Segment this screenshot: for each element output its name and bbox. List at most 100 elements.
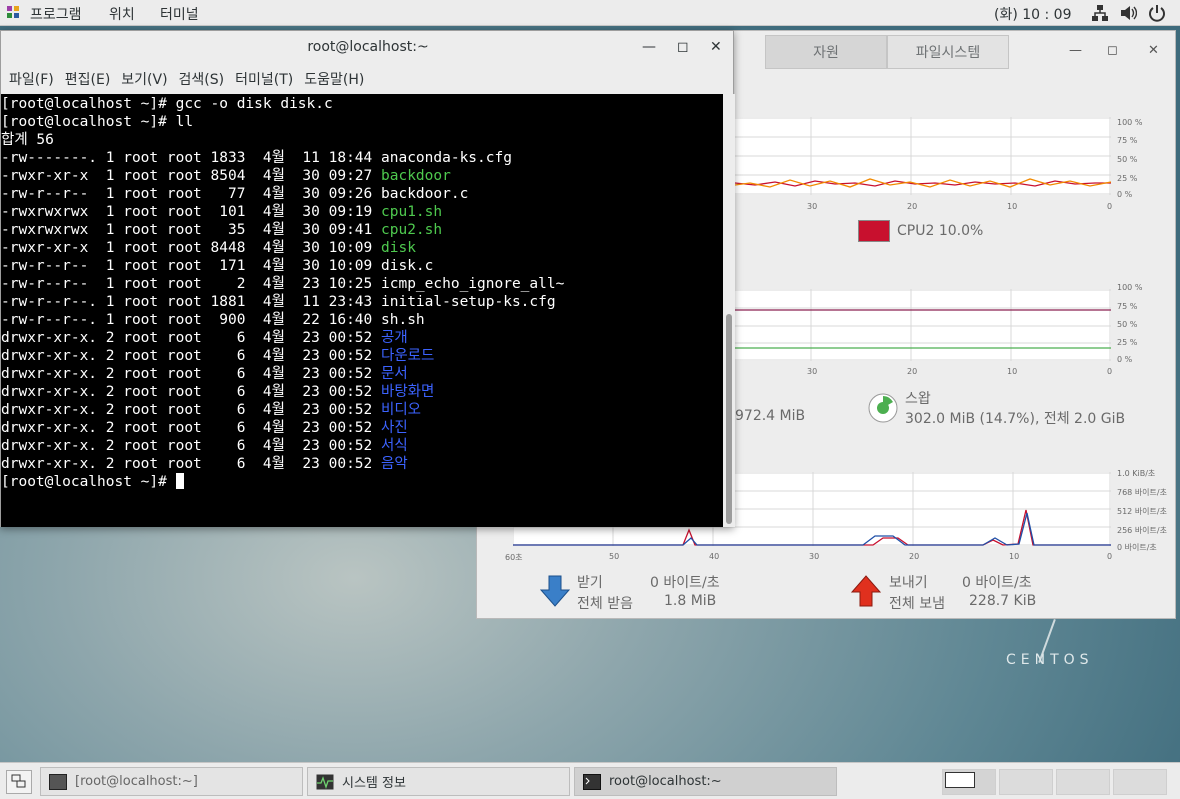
file-name: backdoor [381, 168, 451, 184]
file-name: initial-setup-ks.cfg [381, 294, 556, 310]
net-ytick: 512 바이트/초 [1117, 507, 1167, 516]
maximize-button[interactable]: ◻ [1107, 43, 1118, 58]
receive-total-label: 전체 받음 [577, 596, 633, 612]
workspace-4[interactable] [1113, 769, 1167, 795]
clock[interactable]: (화) 10 : 09 [994, 4, 1072, 24]
prompt-text: [root@localhost ~]# [1, 474, 176, 490]
terminal-line-text: drwxr-xr-x. 2 root root 6 4월 23 00:52 [1, 366, 381, 382]
mem-xtick: 0 [1107, 367, 1113, 376]
terminal-prompt[interactable]: [root@localhost ~]# [1, 473, 723, 491]
file-name: 서식 [381, 438, 408, 454]
task-label: root@localhost:~ [609, 774, 722, 789]
scrollbar-thumb[interactable] [726, 314, 732, 524]
tab-filesystems[interactable]: 파일시스템 [887, 35, 1009, 69]
memory-value: 972.4 MiB [735, 408, 806, 424]
power-icon[interactable] [1148, 4, 1166, 22]
terminal-line: drwxr-xr-x. 2 root root 6 4월 23 00:52 음악 [1, 455, 723, 473]
receive-arrow-icon[interactable] [539, 574, 571, 608]
terminal-line-text: -rw-------. 1 root root 1833 4월 11 18:44 [1, 150, 381, 166]
top-panel: 프로그램 위치 터미널 (화) 10 : 09 [0, 0, 1180, 26]
workspace-2[interactable] [999, 769, 1053, 795]
memory-history-graph [735, 289, 1111, 361]
terminal-title: root@localhost:~ [307, 39, 429, 55]
terminal-line-text: drwxr-xr-x. 2 root root 6 4월 23 00:52 [1, 420, 381, 436]
file-name: icmp_echo_ignore_all~ [381, 276, 565, 292]
maximize-button[interactable]: ◻ [677, 39, 689, 55]
terminal-output[interactable]: [root@localhost ~]# gcc -o disk disk.c [r… [1, 94, 723, 527]
terminal-line: -rwxrwxrwx 1 root root 101 4월 30 09:19 c… [1, 203, 723, 221]
receive-label: 받기 [577, 575, 603, 591]
send-rate: 0 바이트/초 [962, 575, 1032, 591]
close-button[interactable]: ✕ [1148, 43, 1159, 58]
cpu-xtick: 10 [1007, 202, 1018, 211]
cpu-xtick: 30 [807, 202, 818, 211]
net-ytick: 1.0 KiB/초 [1117, 469, 1156, 478]
file-name: 비디오 [381, 402, 422, 418]
close-button[interactable]: ✕ [710, 39, 722, 55]
bottom-taskbar: [root@localhost:~] 시스템 정보 root@localhost… [0, 762, 1180, 799]
task-system-monitor[interactable]: 시스템 정보 [307, 767, 570, 796]
terminal-line-text: -rw-r--r--. 1 root root 900 4월 22 16:40 [1, 312, 381, 328]
terminal-line: -rw-r--r--. 1 root root 900 4월 22 16:40 … [1, 311, 723, 329]
minimize-button[interactable]: — [1069, 43, 1082, 58]
net-xtick: 40 [709, 552, 720, 561]
minimize-button[interactable]: — [642, 39, 656, 55]
terminal-line: drwxr-xr-x. 2 root root 6 4월 23 00:52 서식 [1, 437, 723, 455]
net-xtick: 20 [909, 552, 920, 561]
workspace-3[interactable] [1056, 769, 1110, 795]
receive-total: 1.8 MiB [664, 593, 717, 609]
tab-resources[interactable]: 자원 [765, 35, 887, 69]
terminal-line-text: [root@localhost ~]# ll [1, 114, 194, 130]
terminal-line: -rw-r--r--. 1 root root 1881 4월 11 23:43… [1, 293, 723, 311]
net-ytick: 256 바이트/초 [1117, 526, 1167, 535]
file-name: cpu2.sh [381, 222, 443, 238]
terminal-line: 합계 56 [1, 131, 723, 149]
mem-ytick: 25 % [1117, 338, 1138, 347]
net-ytick: 0 바이트/초 [1117, 543, 1157, 552]
terminal-line: -rw-------. 1 root root 1833 4월 11 18:44… [1, 149, 723, 167]
file-name: disk [381, 240, 416, 256]
net-xtick: 0 [1107, 552, 1113, 561]
menu-help[interactable]: 도움말(H) [304, 67, 364, 93]
task-terminal-active[interactable]: root@localhost:~ [574, 767, 837, 796]
menu-file[interactable]: 파일(F) [9, 67, 54, 93]
file-name: disk.c [381, 258, 434, 274]
terminal-line: [root@localhost ~]# gcc -o disk disk.c [1, 95, 723, 113]
terminal-line: drwxr-xr-x. 2 root root 6 4월 23 00:52 공개 [1, 329, 723, 347]
file-name: 문서 [381, 366, 408, 382]
file-name: 바탕화면 [381, 384, 435, 400]
terminal-line: drwxr-xr-x. 2 root root 6 4월 23 00:52 다운… [1, 347, 723, 365]
terminal-line: drwxr-xr-x. 2 root root 6 4월 23 00:52 문서 [1, 365, 723, 383]
volume-icon[interactable] [1119, 4, 1137, 22]
terminal-line-text: -rw-r--r--. 1 root root 1881 4월 11 23:43 [1, 294, 381, 310]
terminal-line-text: drwxr-xr-x. 2 root root 6 4월 23 00:52 [1, 330, 381, 346]
send-arrow-icon[interactable] [850, 574, 882, 608]
receive-rate: 0 바이트/초 [650, 575, 720, 591]
network-icon[interactable] [1091, 4, 1109, 22]
show-desktop-icon[interactable] [6, 770, 32, 794]
menu-view[interactable]: 보기(V) [121, 67, 167, 93]
swap-pie-icon[interactable] [867, 392, 899, 424]
mem-ytick: 50 % [1117, 320, 1138, 329]
net-xtick: 30 [809, 552, 820, 561]
cpu2-color-swatch[interactable] [858, 220, 890, 242]
menu-terminal[interactable]: 터미널(T) [235, 67, 293, 93]
terminal-icon [49, 773, 67, 790]
task-terminal-inactive[interactable]: [root@localhost:~] [40, 767, 303, 796]
terminal-line: -rw-r--r-- 1 root root 2 4월 23 10:25 icm… [1, 275, 723, 293]
mem-xtick: 20 [907, 367, 918, 376]
terminal-line: [root@localhost ~]# ll [1, 113, 723, 131]
terminal-line-text: -rw-r--r-- 1 root root 2 4월 23 10:25 [1, 276, 381, 292]
menu-search[interactable]: 검색(S) [179, 67, 225, 93]
mem-ytick: 0 % [1117, 355, 1133, 364]
applications-menu[interactable]: 프로그램 [30, 4, 82, 24]
workspace-1[interactable] [942, 769, 996, 795]
terminal-app-menu[interactable]: 터미널 [160, 4, 199, 24]
terminal-line-text: [root@localhost ~]# gcc -o disk disk.c [1, 96, 333, 112]
places-menu[interactable]: 위치 [109, 4, 135, 24]
file-name: 음악 [381, 456, 408, 472]
mem-ytick: 75 % [1117, 302, 1138, 311]
monitor-tabs: 자원 파일시스템 [765, 35, 1009, 69]
menu-edit[interactable]: 편집(E) [65, 67, 111, 93]
terminal-line-text: -rwxrwxrwx 1 root root 101 4월 30 09:19 [1, 204, 381, 220]
